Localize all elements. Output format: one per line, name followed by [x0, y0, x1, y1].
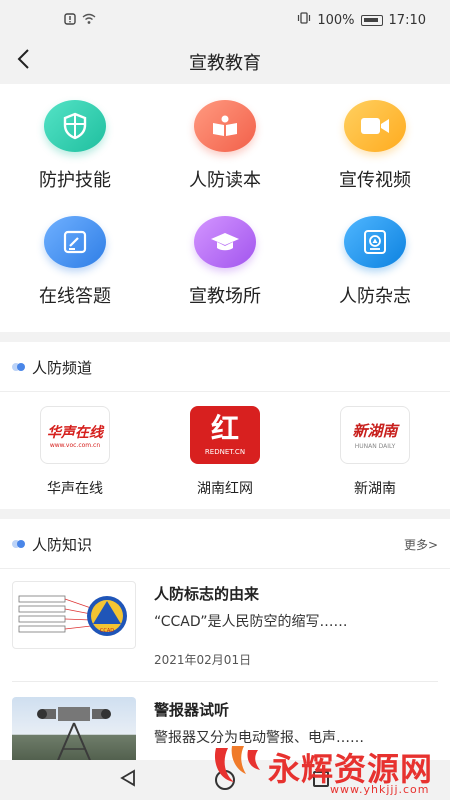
wifi-icon	[82, 13, 96, 29]
video-icon	[344, 100, 406, 152]
channel-label: 新湖南	[354, 481, 396, 497]
article-date: 2021年02月01日	[154, 653, 252, 667]
grid-item-label: 防护技能	[39, 170, 111, 191]
nav-bar: 宣教教育	[0, 40, 450, 84]
grid-item-label: 在线答题	[39, 286, 111, 307]
channel-new-hunan[interactable]: 新湖南 HUNAN DAILY 新湖南	[300, 406, 450, 498]
shield-icon	[44, 100, 106, 152]
knowledge-section: 人防知识 更多> CCAD 人防标志的由来 “CCAD”是人民防空的缩写…… 2…	[0, 519, 450, 765]
vibrate-icon	[297, 12, 311, 28]
article-item[interactable]: CCAD 人防标志的由来 “CCAD”是人民防空的缩写…… 2021年02月01…	[12, 581, 438, 671]
grid-item-civil-defense-reader[interactable]: 人防读本	[150, 100, 300, 192]
logo-sub: HUNAN DAILY	[354, 443, 396, 450]
ccad-emblem-image: CCAD	[18, 595, 127, 636]
logo-sub: www.voc.com.cn	[49, 441, 101, 449]
status-bar: 100% 17:10	[0, 0, 450, 40]
divider	[12, 681, 438, 682]
channel-label: 华声在线	[47, 481, 103, 497]
grid-item-label: 人防杂志	[339, 286, 411, 307]
section-title: 人防知识	[32, 536, 93, 554]
alert-icon	[64, 13, 76, 29]
channel-label: 湖南红网	[197, 481, 253, 497]
grid-item-education-venues[interactable]: 宣教场所	[150, 216, 300, 308]
article-title: 警报器试听	[154, 701, 230, 719]
rednet-logo: 红 REDNET.CN	[190, 406, 260, 464]
watermark: 永辉资源网 www.yhkjjj.com	[210, 738, 450, 800]
watermark-url: www.yhkjjj.com	[330, 783, 430, 796]
edit-icon	[44, 216, 106, 268]
channel-rednet[interactable]: 红 REDNET.CN 湖南红网	[150, 406, 300, 498]
battery-icon	[360, 14, 383, 26]
article-thumbnail	[12, 697, 136, 765]
section-dot-icon	[12, 363, 28, 371]
grid-item-label: 宣教场所	[189, 286, 261, 307]
article-summary: “CCAD”是人民防空的缩写……	[154, 614, 348, 630]
feature-grid: 防护技能 人防读本 宣传视频 在线答题 宣教场所 人防杂志	[0, 84, 450, 332]
system-back-button[interactable]	[118, 768, 138, 793]
watermark-logo-icon	[214, 746, 260, 782]
emblem-badge-text: CCAD	[100, 628, 114, 634]
logo-text: 红	[210, 412, 239, 445]
siren-image	[37, 707, 111, 765]
grid-item-label: 宣传视频	[339, 170, 411, 191]
page-title: 宣教教育	[189, 53, 261, 74]
article-thumbnail: CCAD	[12, 581, 136, 649]
grid-item-protection-skills[interactable]: 防护技能	[0, 100, 150, 192]
section-dot-icon	[12, 540, 28, 548]
grid-item-promo-video[interactable]: 宣传视频	[300, 100, 450, 192]
battery-percent: 100%	[317, 12, 355, 28]
graduation-cap-icon	[194, 216, 256, 268]
grid-item-civil-defense-magazine[interactable]: 人防杂志	[300, 216, 450, 308]
logo-text: 华声在线	[47, 424, 103, 441]
status-left-icons	[64, 13, 96, 29]
magazine-icon	[344, 216, 406, 268]
section-title: 人防频道	[32, 359, 93, 377]
logo-sub: REDNET.CN	[204, 448, 246, 456]
triangle-back-icon	[120, 769, 135, 787]
channel-voc[interactable]: 华声在线 www.voc.com.cn 华声在线	[0, 406, 150, 498]
new-hunan-logo: 新湖南 HUNAN DAILY	[340, 406, 410, 464]
logo-text: 新湖南	[352, 422, 398, 440]
more-link[interactable]: 更多>	[404, 536, 438, 553]
section-header: 人防频道	[0, 342, 450, 392]
grid-item-online-quiz[interactable]: 在线答题	[0, 216, 150, 308]
book-icon	[194, 100, 256, 152]
channel-section: 人防频道 华声在线 www.voc.com.cn 华声在线 红 REDNET.C…	[0, 342, 450, 509]
section-header: 人防知识 更多>	[0, 519, 450, 569]
article-title: 人防标志的由来	[154, 585, 260, 603]
status-right: 100% 17:10	[297, 12, 426, 28]
clock: 17:10	[388, 12, 426, 28]
grid-item-label: 人防读本	[189, 170, 261, 191]
voc-logo: 华声在线 www.voc.com.cn	[40, 406, 110, 464]
